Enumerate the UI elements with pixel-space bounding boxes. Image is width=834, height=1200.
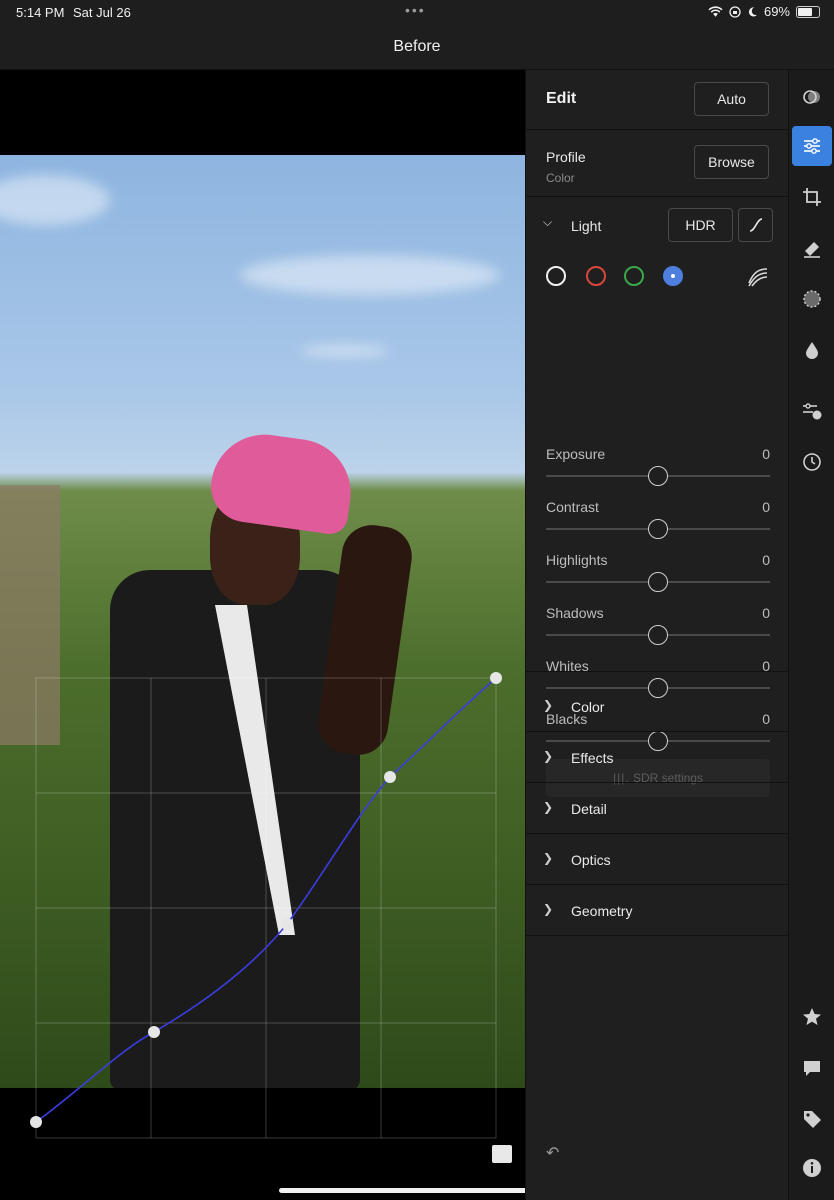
chevron-right-icon: ❯ xyxy=(543,698,554,712)
slider-thumb[interactable] xyxy=(648,625,668,645)
section-label: Detail xyxy=(571,801,607,817)
battery-icon xyxy=(796,5,820,18)
channel-red-icon[interactable] xyxy=(586,266,606,286)
slider-value: 0 xyxy=(762,446,770,462)
chevron-right-icon: ❯ xyxy=(543,851,554,865)
slider-thumb[interactable] xyxy=(648,572,668,592)
slider-thumb[interactable] xyxy=(648,466,668,486)
slider-value: 0 xyxy=(762,605,770,621)
section-label: Geometry xyxy=(571,903,633,919)
chevron-right-icon: ❯ xyxy=(543,749,554,763)
curve-point[interactable] xyxy=(30,1116,42,1128)
presets-icon[interactable] xyxy=(792,77,832,117)
section-label: Effects xyxy=(571,750,614,766)
history-icon[interactable] xyxy=(792,442,832,482)
section-label: Optics xyxy=(571,852,611,868)
curve-toggle-icon[interactable] xyxy=(492,1145,512,1163)
edit-panel: Edit Auto Profile Color Browse ⌵ Light H… xyxy=(525,70,789,1200)
curve-point[interactable] xyxy=(148,1026,160,1038)
healing-eraser-icon[interactable] xyxy=(792,228,832,268)
page-title[interactable]: Before xyxy=(0,26,834,70)
chevron-down-icon: ⌵ xyxy=(543,215,553,229)
curve-point[interactable] xyxy=(281,918,293,930)
section-color[interactable]: ❯ Color xyxy=(526,681,789,732)
channel-blue-icon[interactable] xyxy=(663,266,683,286)
versions-icon[interactable] xyxy=(792,391,832,431)
curve-point[interactable] xyxy=(490,672,502,684)
status-bar: 5:14 PM Sat Jul 26 ••• 69% xyxy=(0,0,834,26)
edit-header: Edit Auto xyxy=(526,70,788,130)
multitasking-dots-icon[interactable]: ••• xyxy=(405,2,426,18)
section-detail[interactable]: ❯ Detail xyxy=(526,783,789,834)
tag-icon[interactable] xyxy=(792,1099,832,1139)
slider-value: 0 xyxy=(762,499,770,515)
chevron-right-icon: ❯ xyxy=(543,800,554,814)
profile-row[interactable]: Profile Color Browse xyxy=(526,130,788,197)
light-label: Light xyxy=(571,218,602,234)
masking-icon[interactable] xyxy=(792,279,832,319)
curve-icon xyxy=(749,218,762,232)
curve-point[interactable] xyxy=(384,771,396,783)
auto-button[interactable]: Auto xyxy=(694,82,769,116)
star-icon[interactable] xyxy=(792,997,832,1037)
status-indicators: 69% xyxy=(708,4,820,19)
section-optics[interactable]: ❯ Optics xyxy=(526,834,789,885)
moon-icon xyxy=(748,6,758,17)
channel-rgb-icon[interactable] xyxy=(546,266,566,286)
slider-shadows[interactable]: Shadows 0 xyxy=(546,605,770,649)
slider-value: 0 xyxy=(762,658,770,674)
profile-label: Profile xyxy=(546,149,586,165)
section-effects[interactable]: ❯ Effects xyxy=(526,732,789,783)
slider-label: Highlights xyxy=(546,552,608,568)
slider-label: Contrast xyxy=(546,499,599,515)
slider-contrast[interactable]: Contrast 0 xyxy=(546,499,770,543)
undo-icon[interactable]: ↶ xyxy=(546,1143,559,1163)
info-icon[interactable] xyxy=(792,1148,832,1188)
curve-channel-picker xyxy=(546,266,776,290)
light-section: ⌵ Light HDR Exposure 0 Contrast 0 Highli… xyxy=(526,197,789,797)
browse-button[interactable]: Browse xyxy=(694,145,769,179)
tone-curve[interactable] xyxy=(0,70,525,1200)
slider-label: Shadows xyxy=(546,605,604,621)
slider-highlights[interactable]: Highlights 0 xyxy=(546,552,770,596)
crop-icon[interactable] xyxy=(792,177,832,217)
section-label: Color xyxy=(571,699,605,715)
selective-icon[interactable] xyxy=(792,330,832,370)
status-time: 5:14 PM xyxy=(16,5,65,20)
slider-value: 0 xyxy=(762,552,770,568)
light-header[interactable]: ⌵ Light HDR xyxy=(526,197,789,247)
edit-title: Edit xyxy=(546,90,577,107)
photo-canvas[interactable] xyxy=(0,70,525,1200)
comment-icon[interactable] xyxy=(792,1048,832,1088)
status-date: Sat Jul 26 xyxy=(73,5,131,20)
battery-level xyxy=(798,7,812,16)
slider-thumb[interactable] xyxy=(648,519,668,539)
chevron-right-icon: ❯ xyxy=(543,902,554,916)
tool-rail xyxy=(788,70,834,1200)
wifi-icon xyxy=(708,5,723,17)
edit-sliders-icon[interactable] xyxy=(792,126,832,166)
section-geometry[interactable]: ❯ Geometry xyxy=(526,885,789,936)
slider-label: Whites xyxy=(546,658,589,674)
hdr-button[interactable]: HDR xyxy=(668,208,733,242)
home-indicator[interactable] xyxy=(279,1188,555,1193)
battery-percent: 69% xyxy=(763,4,790,19)
curve-button[interactable] xyxy=(738,208,773,242)
lock-rotation-icon xyxy=(729,5,741,18)
slider-label: Exposure xyxy=(546,446,606,462)
profile-value: Color xyxy=(546,171,575,185)
slider-exposure[interactable]: Exposure 0 xyxy=(546,446,770,490)
parametric-curve-icon[interactable] xyxy=(746,265,770,289)
channel-green-icon[interactable] xyxy=(624,266,644,286)
curve-grid xyxy=(35,677,497,1139)
